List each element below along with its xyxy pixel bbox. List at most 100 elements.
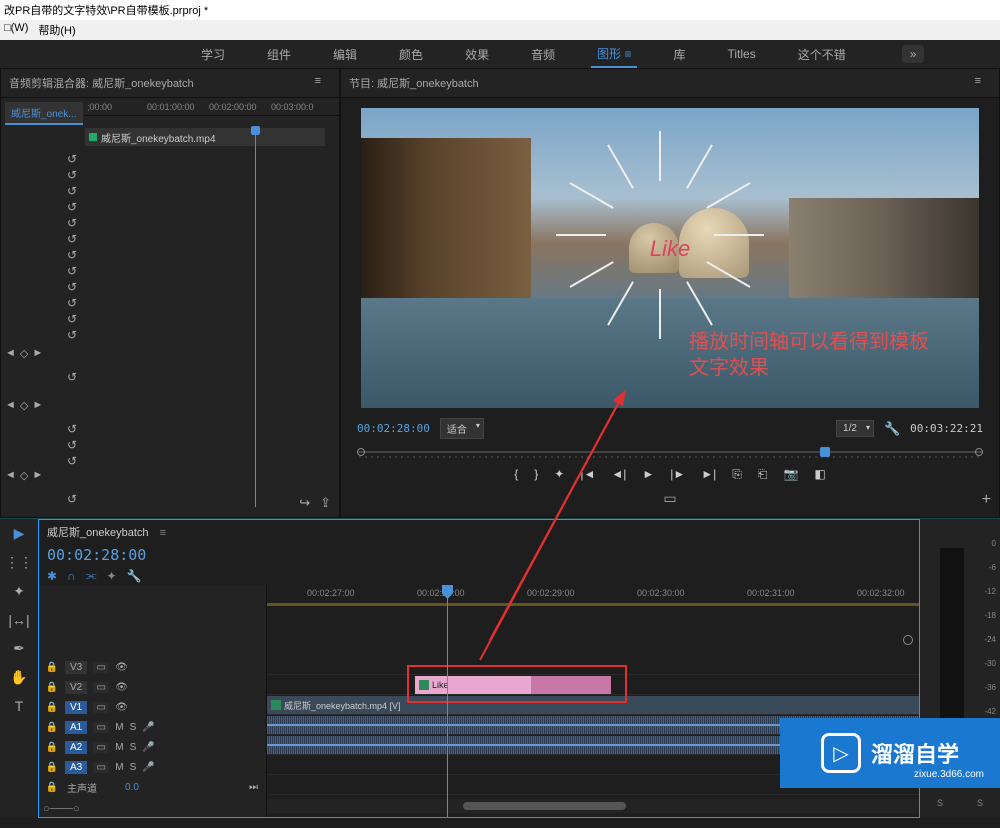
track-label[interactable]: V1 [65,701,87,714]
add-keyframe-icon[interactable]: ◇ [20,399,28,412]
sync-lock-icon[interactable]: ▭ [93,702,109,713]
add-marker-button[interactable]: ✦ [554,467,564,482]
prev-keyframe-icon[interactable]: ◄ [5,347,16,360]
timecode-current[interactable]: 00:02:28:00 [357,422,430,435]
insert-mode-icon[interactable]: ✱ [47,569,57,583]
scrub-bar[interactable] [357,445,983,459]
work-area-bar[interactable] [267,603,919,606]
play-button[interactable]: ► [642,467,654,482]
add-keyframe-icon[interactable]: ◇ [20,347,28,360]
track-label[interactable]: A3 [65,761,87,774]
tab-audio[interactable]: 音频 [525,42,561,67]
sync-lock-icon[interactable]: ▭ [93,742,109,753]
lock-icon[interactable]: 🔒 [45,722,59,733]
skip-icon[interactable]: ⏭ [249,782,258,793]
track-v3-lane[interactable] [267,655,919,675]
go-to-in-button[interactable]: |◄ [580,467,595,482]
tab-edit[interactable]: 编辑 [327,42,363,67]
sequence-name[interactable]: 威尼斯_onekeybatch [47,524,149,540]
marker-icon[interactable]: ✦ [107,569,117,583]
sync-lock-icon[interactable]: ▭ [93,662,109,673]
reset-row[interactable]: ↺ [1,183,77,199]
track-header-a3[interactable]: 🔒 A3 ▭ M S 🎤 [39,757,266,777]
reset-row[interactable]: ↺ [1,215,77,231]
razor-tool[interactable]: |↔| [8,612,29,628]
scroll-indicator[interactable] [903,635,913,645]
tab-color[interactable]: 颜色 [393,42,429,67]
reset-row[interactable]: ↺ [1,369,77,385]
track-header-v2[interactable]: 🔒 V2 ▭ 👁 [39,677,266,697]
workspace-overflow[interactable]: » [902,45,925,63]
menu-help[interactable]: 帮助(H) [38,22,75,38]
extract-button[interactable]: ⎗ [758,467,768,482]
lock-icon[interactable]: 🔒 [45,702,59,713]
add-keyframe-icon[interactable]: ◇ [20,469,28,482]
prev-keyframe-icon[interactable]: ◄ [5,399,16,412]
go-to-out-button[interactable]: ►| [701,467,716,482]
next-keyframe-icon[interactable]: ► [32,347,43,360]
track-header-a1[interactable]: 🔒 A1 ▭ M S 🎤 [39,717,266,737]
lock-icon[interactable]: 🔒 [45,762,59,773]
reset-row[interactable]: ↺ [1,247,77,263]
new-item-icon[interactable]: ↪ [299,495,310,511]
hand-tool[interactable]: ✋ [10,669,27,686]
tab-learn[interactable]: 学习 [195,42,231,67]
lock-icon[interactable]: 🔒 [45,662,59,673]
reset-row[interactable]: ↺ [1,327,77,343]
resolution-dropdown[interactable]: 1/2 [836,420,874,437]
panel-menu-icon[interactable]: ≡ [315,75,321,87]
selection-tool[interactable]: ▶ [14,525,25,542]
fit-dropdown[interactable]: 适合 [440,418,484,439]
reset-row[interactable]: ↺ [1,491,77,507]
solo-toggle[interactable]: S [937,798,943,808]
lift-button[interactable]: ⎘ [732,467,742,482]
timeline-ruler[interactable]: 00:02:27:00 00:02:28:00 00:02:29:00 00:0… [267,585,919,605]
pen-tool[interactable]: ✒ [13,640,25,657]
tab-titles[interactable]: Titles [721,43,761,65]
timeline-horizontal-scrollbar[interactable] [267,799,919,813]
master-value[interactable]: 0.0 [125,782,139,793]
reset-row[interactable]: ↺ [1,453,77,469]
step-forward-button[interactable]: |► [670,467,685,482]
ripple-edit-tool[interactable]: ✦ [13,583,25,600]
track-select-tool[interactable]: ⋮⋮ [5,554,33,571]
comparison-view-button[interactable]: ◧ [814,467,825,482]
next-keyframe-icon[interactable]: ► [32,399,43,412]
settings-wrench-icon[interactable]: 🔧 [127,569,142,583]
reset-row[interactable]: ↺ [1,279,77,295]
scrollbar-thumb[interactable] [463,802,626,810]
panel-menu-icon[interactable]: ≡ [975,75,981,87]
reset-row[interactable]: ↺ [1,437,77,453]
mini-playhead[interactable] [255,127,256,507]
mini-time-ruler[interactable]: ;00:00 00:01:00:00 00:02:00:00 00:03:00:… [85,98,339,116]
solo-button[interactable]: S [130,762,137,773]
mark-in-button[interactable]: { [514,467,518,482]
next-keyframe-icon[interactable]: ► [32,469,43,482]
solo-toggle[interactable]: S [977,798,983,808]
lock-icon[interactable]: 🔒 [45,742,59,753]
eye-icon[interactable]: 👁 [115,702,128,713]
button-editor-icon[interactable]: + [982,491,991,509]
sync-lock-icon[interactable]: ▭ [93,722,109,733]
voice-over-icon[interactable]: 🎤 [142,762,154,773]
eye-icon[interactable]: 👁 [115,662,128,673]
lock-icon[interactable]: 🔒 [45,682,59,693]
eye-icon[interactable]: 👁 [115,682,128,693]
track-header-v3[interactable]: 🔒 V3 ▭ 👁 [39,657,266,677]
clip-video[interactable]: 威尼斯_onekeybatch.mp4 [V] [267,696,919,714]
settings-wrench-icon[interactable]: 🔧 [884,421,900,437]
export-frame-button[interactable]: 📷 [783,467,798,482]
sync-lock-icon[interactable]: ▭ [93,682,109,693]
type-tool[interactable]: T [15,698,24,714]
tab-assembly[interactable]: 组件 [261,42,297,67]
reset-row[interactable]: ↺ [1,311,77,327]
source-tab[interactable]: 威尼斯_onek... [5,102,83,125]
reset-row[interactable]: ↺ [1,167,77,183]
reset-row[interactable]: ↺ [1,421,77,437]
tab-library[interactable]: 库 [667,42,691,67]
mute-button[interactable]: M [115,742,123,753]
panel-menu-icon[interactable]: ≡ [160,527,166,539]
track-v1-lane[interactable]: 威尼斯_onekeybatch.mp4 [V] [267,695,919,715]
asset-item[interactable]: 威尼斯_onekeybatch.mp4 [85,128,325,146]
clip-like[interactable]: Like [415,676,611,694]
